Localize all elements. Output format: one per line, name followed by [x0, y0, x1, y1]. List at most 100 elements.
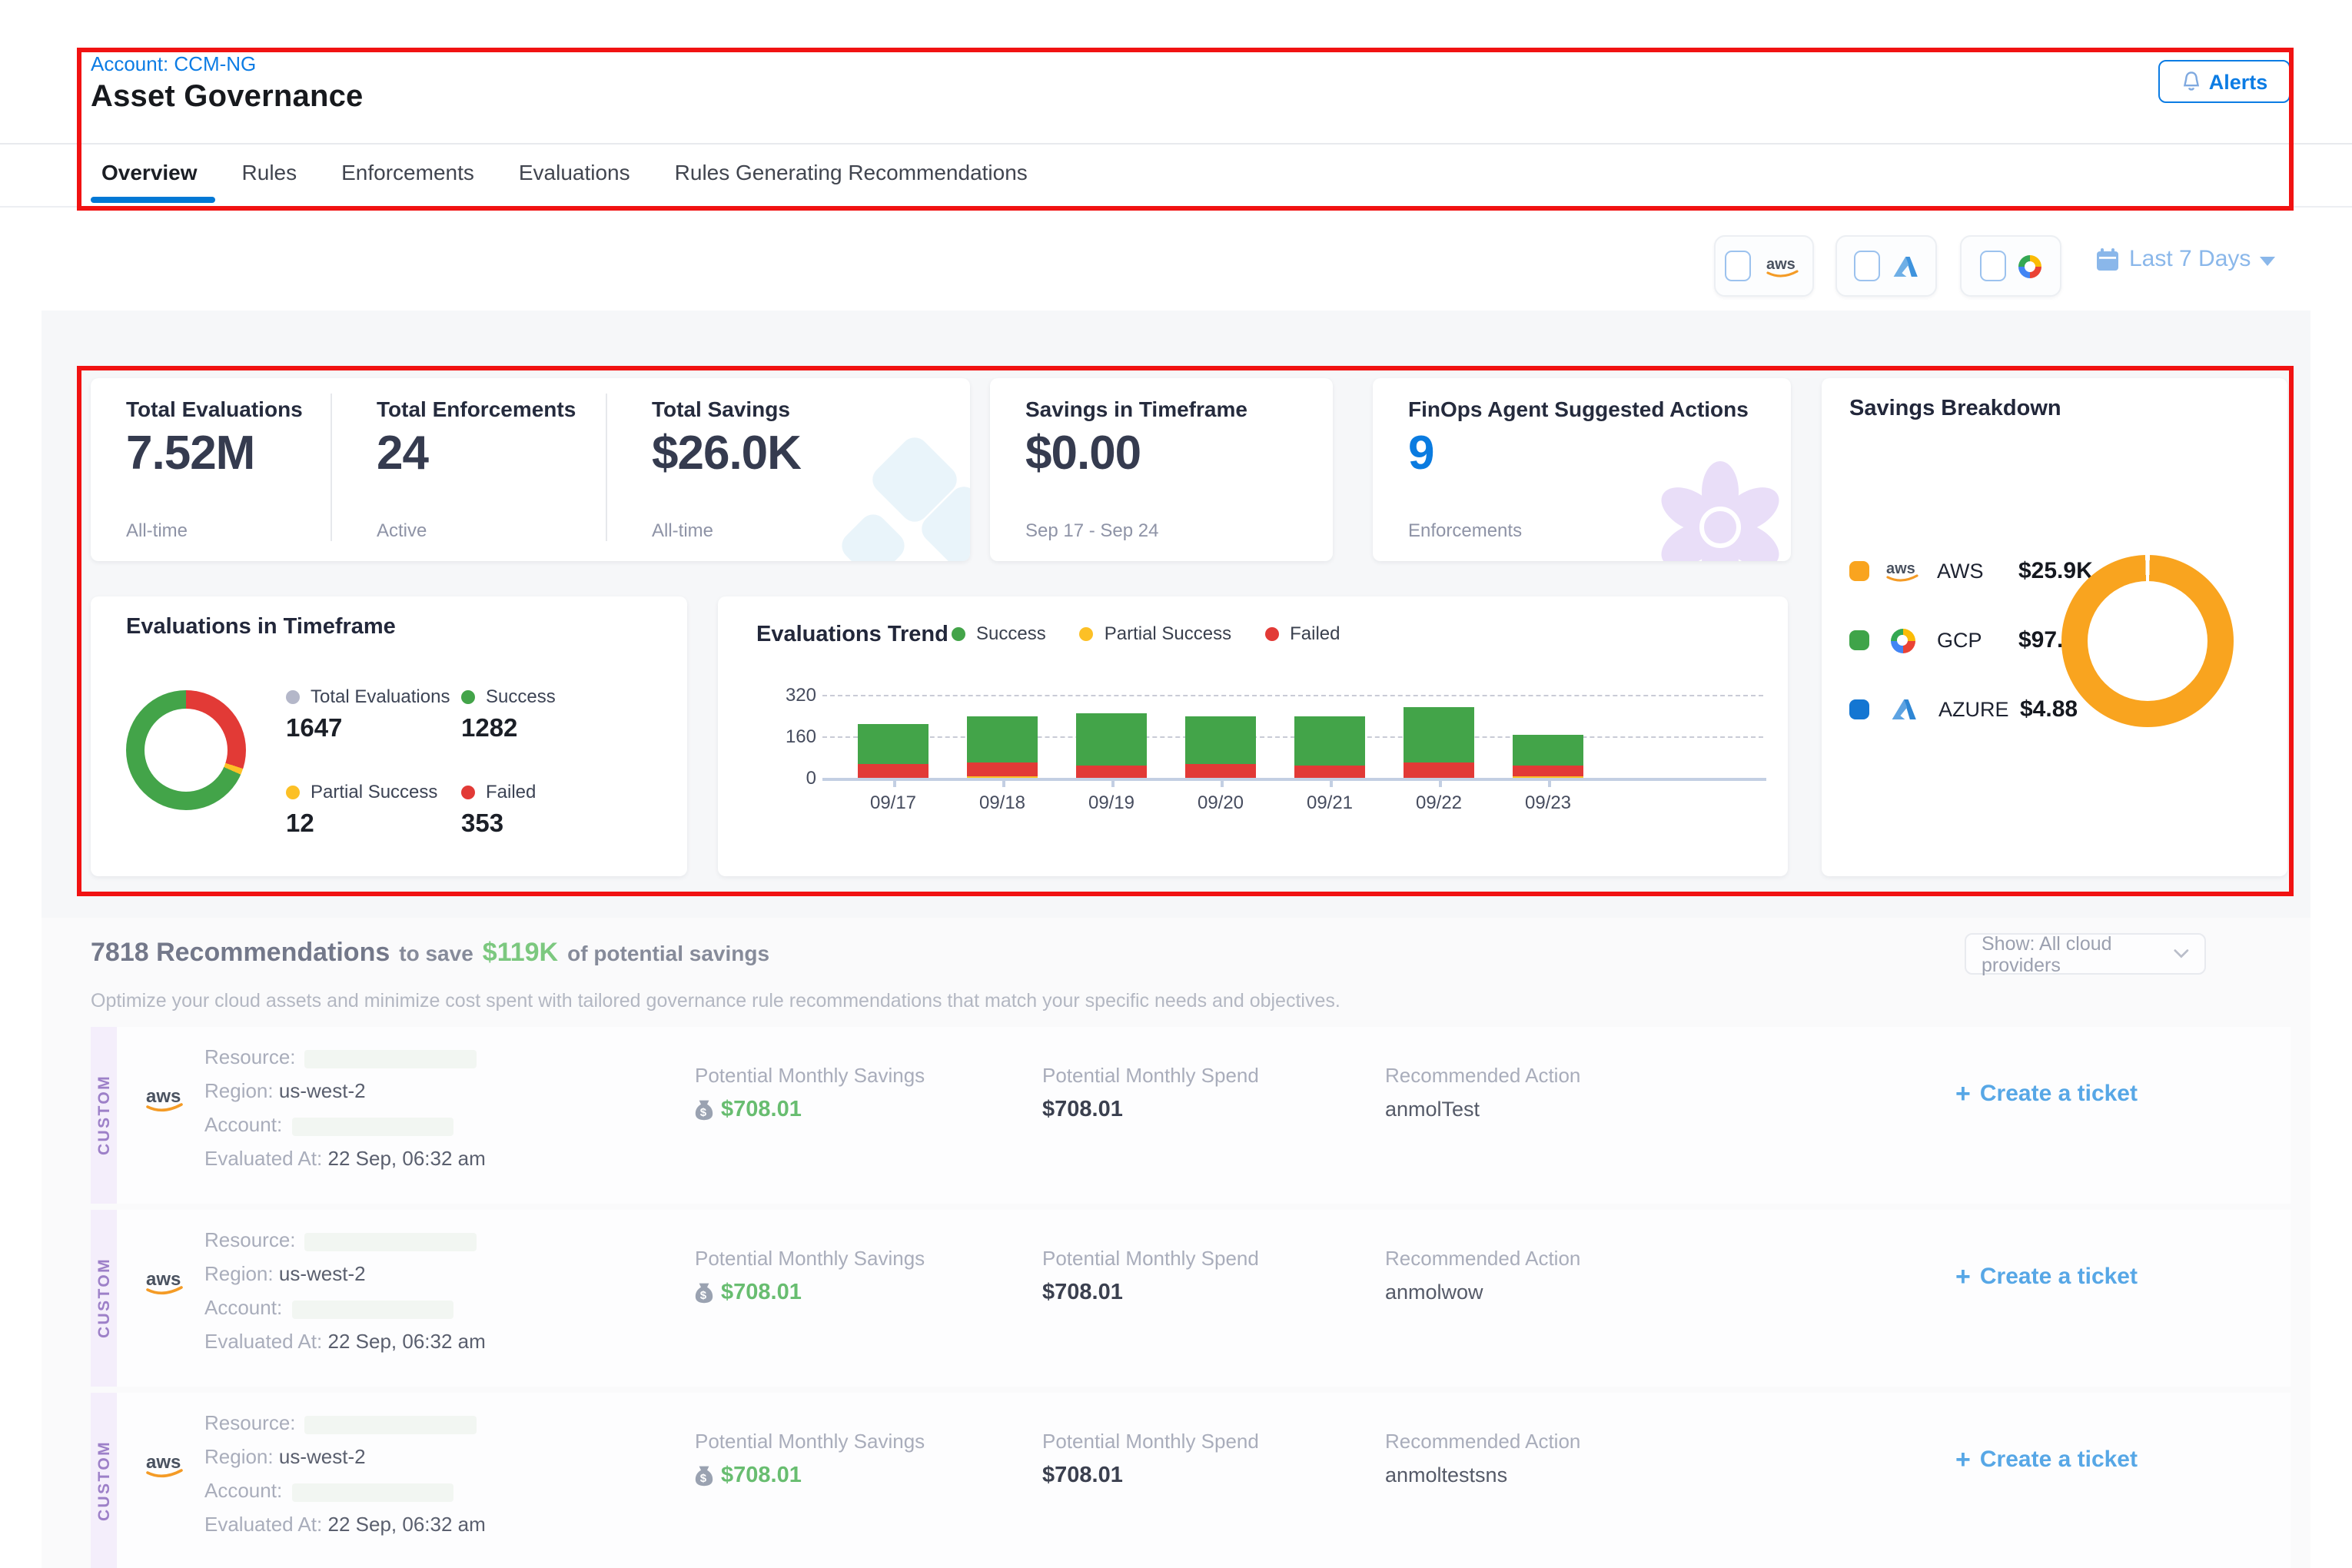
redacted-resource-value	[305, 1415, 477, 1433]
x-axis-label: 09/19	[1058, 792, 1165, 813]
date-range-label: Last 7 Days	[2129, 246, 2251, 272]
trend-legend: Success Partial Success Failed	[952, 623, 1340, 644]
potential-monthly-savings-label: Potential Monthly Savings	[695, 1247, 925, 1270]
svg-text:$: $	[700, 1289, 707, 1302]
total-enforcements-label: Total Enforcements	[377, 397, 576, 421]
tab-evaluations[interactable]: Evaluations	[519, 160, 630, 184]
recommendation-row[interactable]: CUSTOM aws Resource: Region: us-west-2 A…	[91, 1210, 2291, 1387]
tab-enforcements[interactable]: Enforcements	[341, 160, 474, 184]
y-axis-tick: 320	[764, 684, 816, 706]
gcp-logo-icon	[1891, 628, 1915, 653]
svg-text:aws: aws	[146, 1269, 181, 1290]
gcp-checkbox[interactable]	[1980, 251, 2006, 281]
alerts-button[interactable]: Alerts	[2158, 60, 2291, 103]
evaluations-timeframe-title: Evaluations in Timeframe	[126, 615, 396, 639]
gridline	[822, 695, 1763, 696]
finops-actions-caption: Enforcements	[1408, 520, 1522, 541]
evaluations-trend-card: Evaluations Trend Success Partial Succes…	[718, 596, 1788, 876]
savings-timeframe-caption: Sep 17 - Sep 24	[1025, 520, 1158, 541]
bar-segment-failed	[1076, 765, 1147, 778]
azure-checkbox[interactable]	[1854, 251, 1880, 281]
aws-label: AWS	[1937, 560, 2005, 583]
potential-monthly-savings-label: Potential Monthly Savings	[695, 1430, 925, 1453]
failed-dot	[461, 785, 475, 799]
plus-icon: +	[1955, 1447, 1971, 1473]
redacted-account-value	[291, 1300, 453, 1318]
tab-bar: Overview Rules Enforcements Evaluations …	[101, 160, 1028, 184]
recommended-action-value: anmolTest	[1385, 1098, 1480, 1121]
potential-monthly-spend-value: $708.01	[1042, 1281, 1123, 1305]
flower-watermark	[1649, 457, 1791, 561]
bar-segment-failed	[1294, 765, 1365, 778]
caret-down-icon	[2260, 256, 2275, 265]
potential-monthly-spend-value: $708.01	[1042, 1098, 1123, 1122]
account-field: Account:	[204, 1113, 453, 1136]
cloud-provider-select[interactable]: Show: All cloud providers	[1965, 933, 2206, 975]
date-range-filter[interactable]: Last 7 Days	[2095, 246, 2275, 272]
x-axis-line	[822, 778, 1766, 780]
tab-rules-generating-recommendations[interactable]: Rules Generating Recommendations	[675, 160, 1028, 184]
header-divider	[0, 143, 2352, 145]
custom-tag: CUSTOM	[91, 1210, 117, 1387]
x-axis-tick	[1439, 778, 1441, 787]
provider-filter-azure[interactable]	[1835, 235, 1937, 297]
potential-monthly-savings-value: $ $708.01	[695, 1098, 802, 1122]
azure-logo-icon	[1892, 254, 1918, 277]
money-bag-icon: $	[695, 1282, 713, 1304]
provider-filter-gcp[interactable]	[1960, 235, 2061, 297]
partial-success-dot	[286, 785, 300, 799]
provider-filter-aws[interactable]: aws	[1714, 235, 1814, 297]
breadcrumb[interactable]: Account: CCM-NG	[91, 52, 256, 75]
recommendation-row[interactable]: CUSTOM aws Resource: Region: us-west-2 A…	[91, 1027, 2291, 1204]
bar-segment-failed	[1513, 766, 1583, 777]
x-axis-tick	[1221, 778, 1223, 787]
aws-savings-value: $25.9K	[2018, 558, 2093, 584]
azure-logo-icon	[1891, 698, 1917, 721]
create-ticket-button[interactable]: +Create a ticket	[1955, 1447, 2138, 1473]
potential-monthly-savings-value: $ $708.01	[695, 1463, 802, 1488]
resource-field: Resource:	[204, 1228, 477, 1251]
create-ticket-button[interactable]: +Create a ticket	[1955, 1081, 2138, 1107]
x-axis-tick	[893, 778, 895, 787]
total-savings-caption: All-time	[652, 520, 713, 541]
evaluations-trend-title: Evaluations Trend	[756, 623, 948, 647]
region-field: Region: us-west-2	[204, 1262, 366, 1285]
total-enforcements-value: 24	[377, 426, 428, 481]
aws-logo-icon: aws	[1883, 558, 1923, 584]
aws-checkbox[interactable]	[1725, 251, 1751, 281]
x-axis-label: 09/22	[1385, 792, 1493, 813]
savings-breakdown-title: Savings Breakdown	[1849, 397, 2061, 421]
evaluated-at-field: Evaluated At: 22 Sep, 06:32 am	[204, 1147, 486, 1170]
totals-card: Total Evaluations 7.52M All-time Total E…	[91, 378, 970, 561]
partial-success-dot	[1080, 626, 1094, 640]
bar-segment-success	[967, 716, 1038, 762]
svg-text:aws: aws	[1766, 255, 1796, 272]
aws-logo-icon: aws	[141, 1450, 188, 1480]
x-axis-label: 09/23	[1494, 792, 1602, 813]
x-axis-label: 09/17	[839, 792, 947, 813]
potential-monthly-spend-label: Potential Monthly Spend	[1042, 1247, 1259, 1270]
recommended-action-value: anmolwow	[1385, 1281, 1483, 1304]
bar-segment-success	[1404, 708, 1474, 763]
savings-timeframe-card: Savings in Timeframe $0.00 Sep 17 - Sep …	[990, 378, 1333, 561]
potential-monthly-savings-label: Potential Monthly Savings	[695, 1064, 925, 1087]
recommendation-row[interactable]: CUSTOM aws Resource: Region: us-west-2 A…	[91, 1393, 2291, 1568]
resource-field: Resource:	[204, 1045, 477, 1068]
tabs-divider	[0, 206, 2352, 208]
tab-rules[interactable]: Rules	[242, 160, 297, 184]
redacted-account-value	[291, 1483, 453, 1501]
finops-actions-label: FinOps Agent Suggested Actions	[1408, 397, 1749, 421]
create-ticket-button[interactable]: +Create a ticket	[1955, 1264, 2138, 1290]
finops-actions-value: 9	[1408, 426, 1434, 481]
azure-label: AZURE	[1938, 698, 2006, 721]
svg-text:aws: aws	[146, 1086, 181, 1107]
gcp-label: GCP	[1937, 629, 2005, 652]
potential-savings-amount: $119K	[483, 938, 558, 968]
plus-icon: +	[1955, 1081, 1971, 1107]
aws-color-swatch	[1849, 561, 1869, 581]
active-tab-underline	[91, 197, 215, 202]
gcp-color-swatch	[1849, 630, 1869, 650]
tab-overview[interactable]: Overview	[101, 160, 198, 184]
success-dot	[952, 626, 965, 640]
aws-logo-icon: aws	[141, 1084, 188, 1115]
